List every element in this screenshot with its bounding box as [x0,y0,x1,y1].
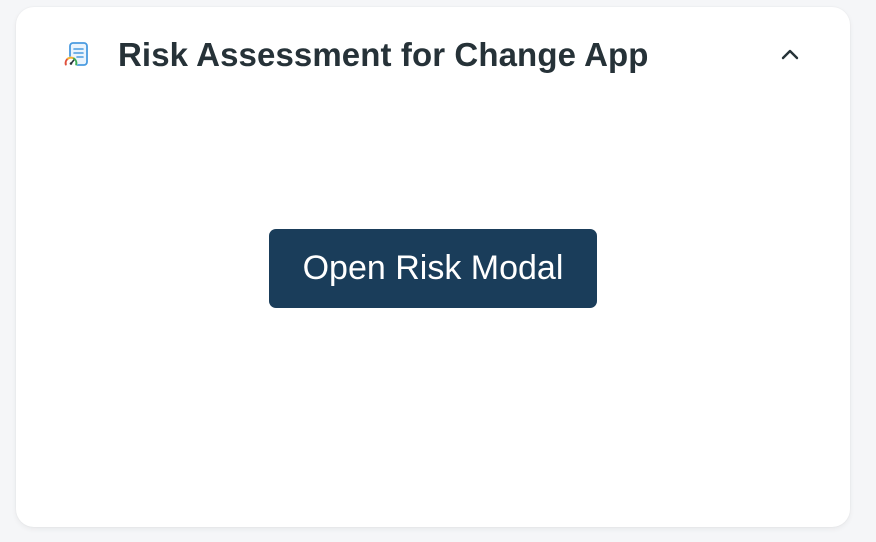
panel-header: Risk Assessment for Change App [16,7,850,103]
risk-assessment-panel: Risk Assessment for Change App Open Risk… [16,7,850,527]
panel-title: Risk Assessment for Change App [118,36,649,73]
risk-gauge-document-icon [63,41,91,71]
chevron-up-icon [780,47,800,65]
open-risk-modal-button[interactable]: Open Risk Modal [269,229,597,308]
collapse-toggle-button[interactable] [773,39,807,73]
